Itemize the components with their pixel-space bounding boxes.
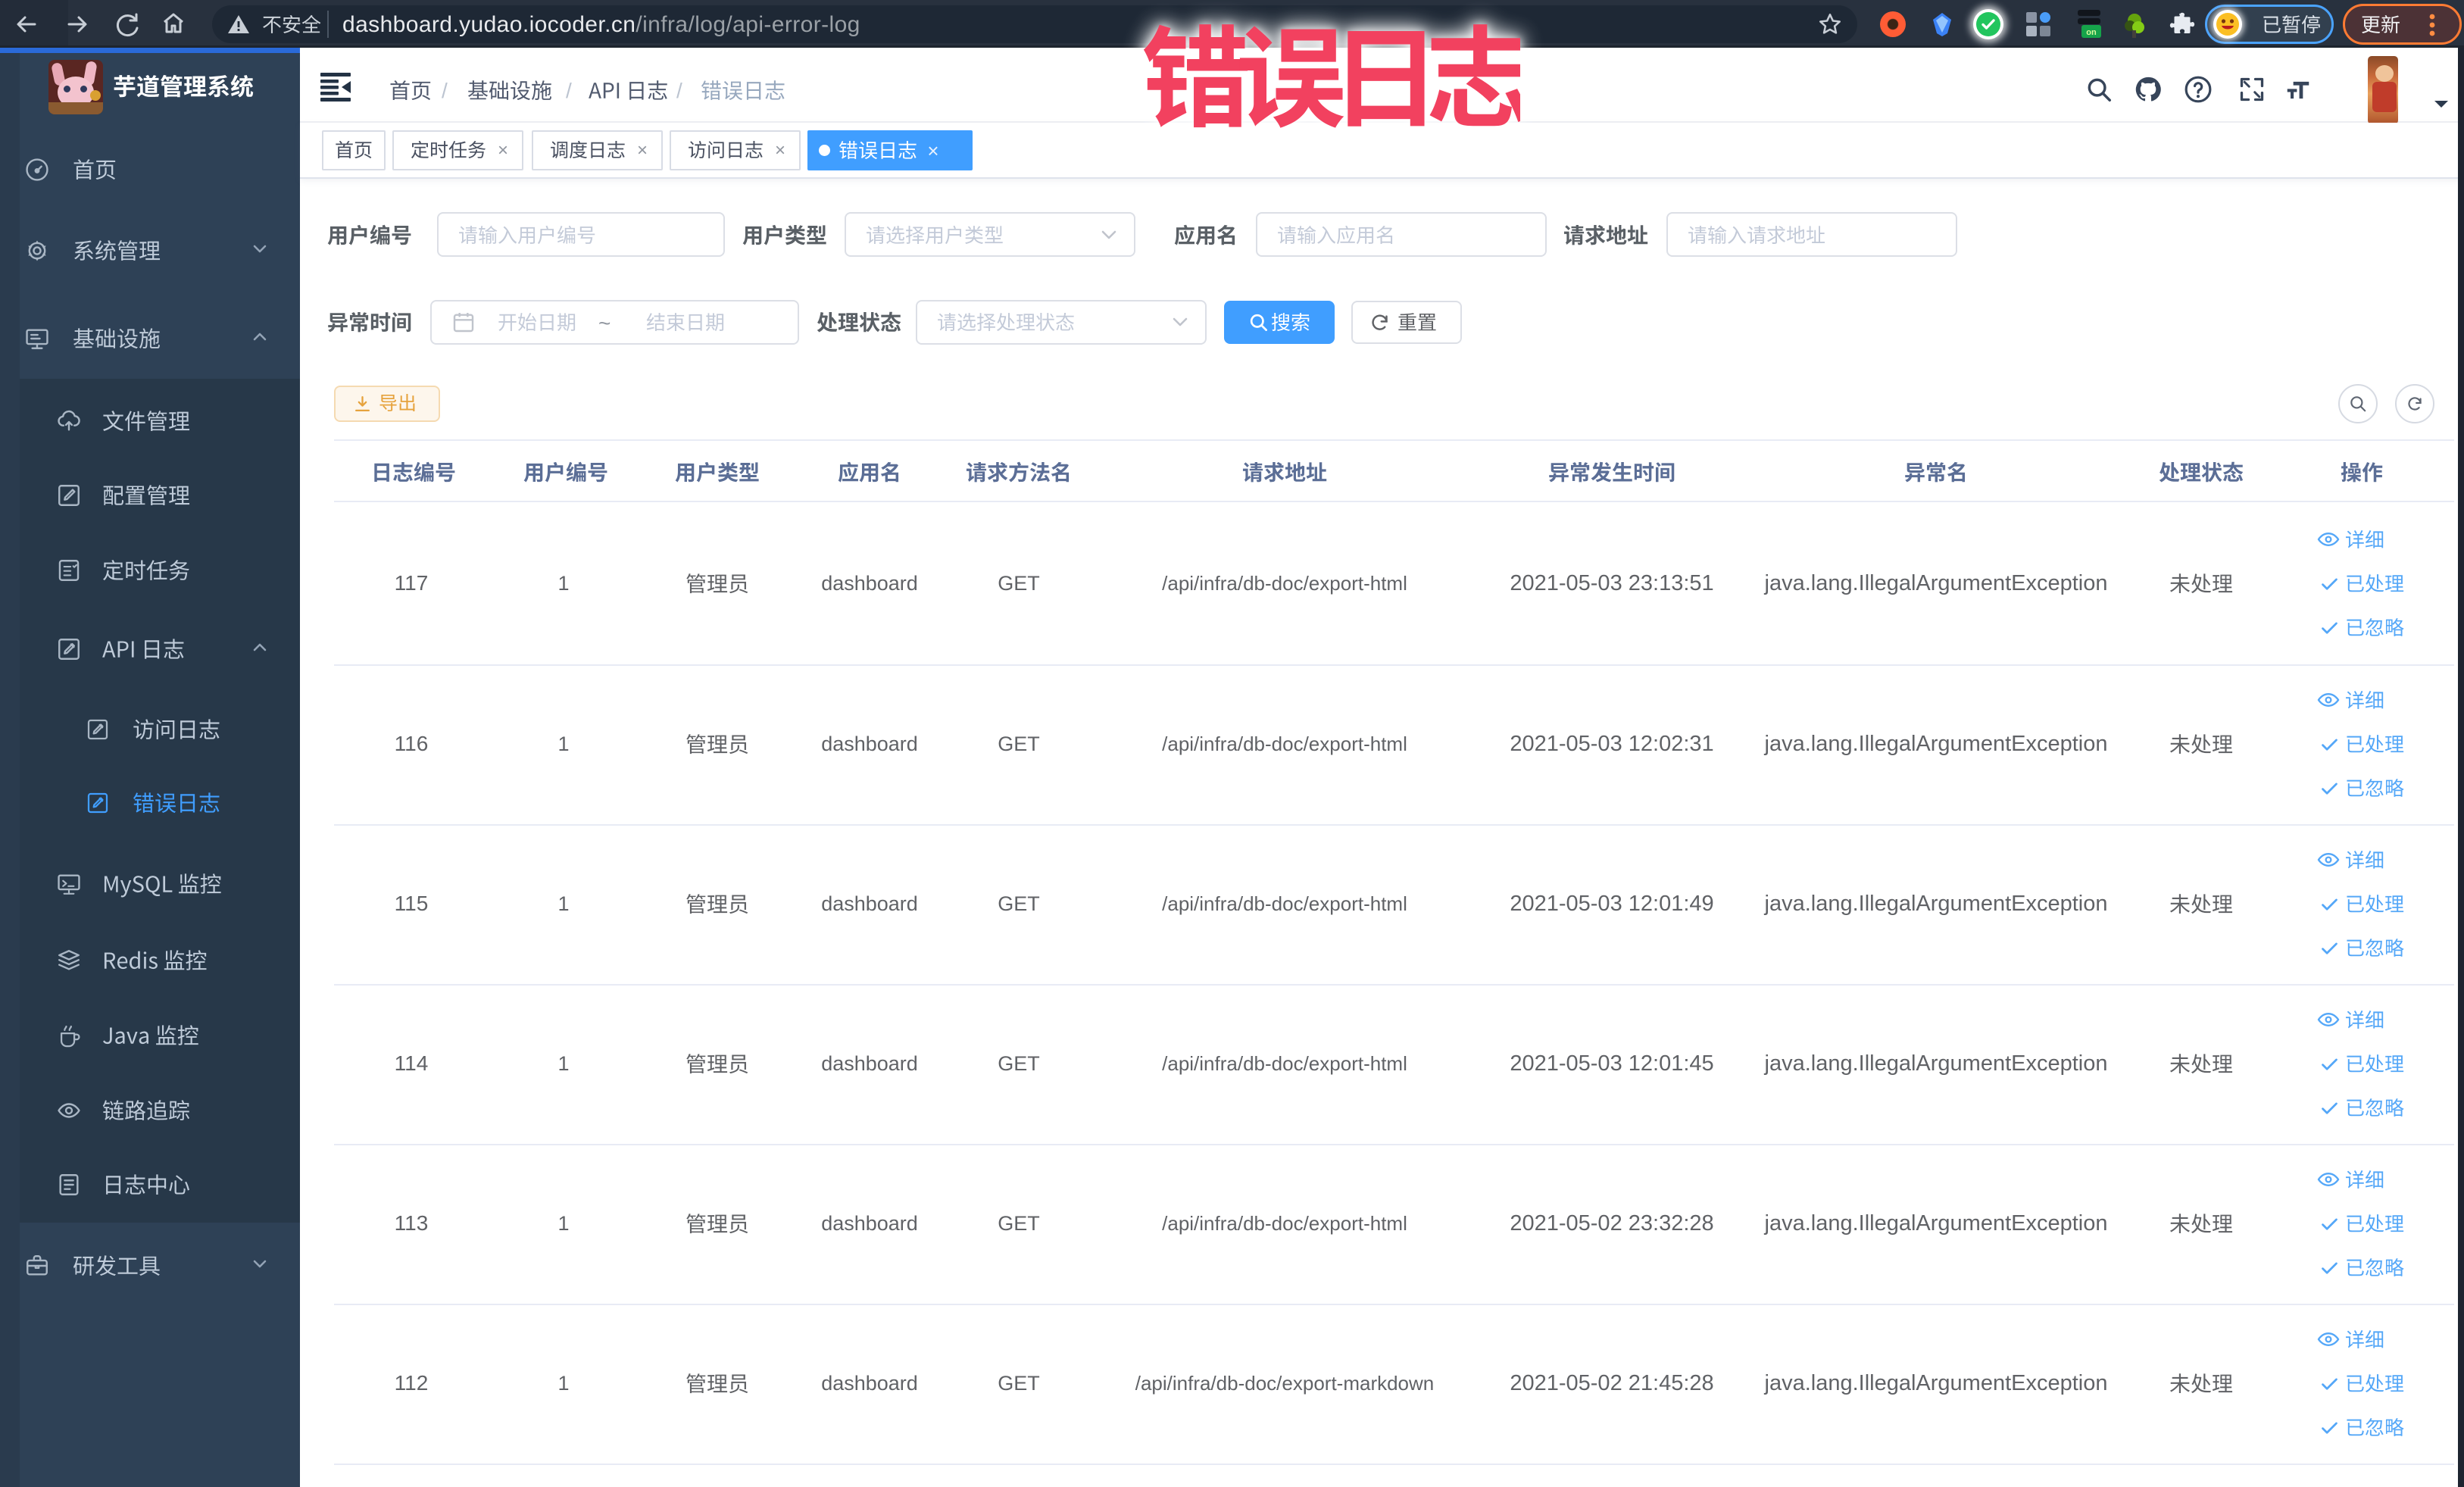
svg-text:on: on bbox=[2086, 28, 2097, 37]
